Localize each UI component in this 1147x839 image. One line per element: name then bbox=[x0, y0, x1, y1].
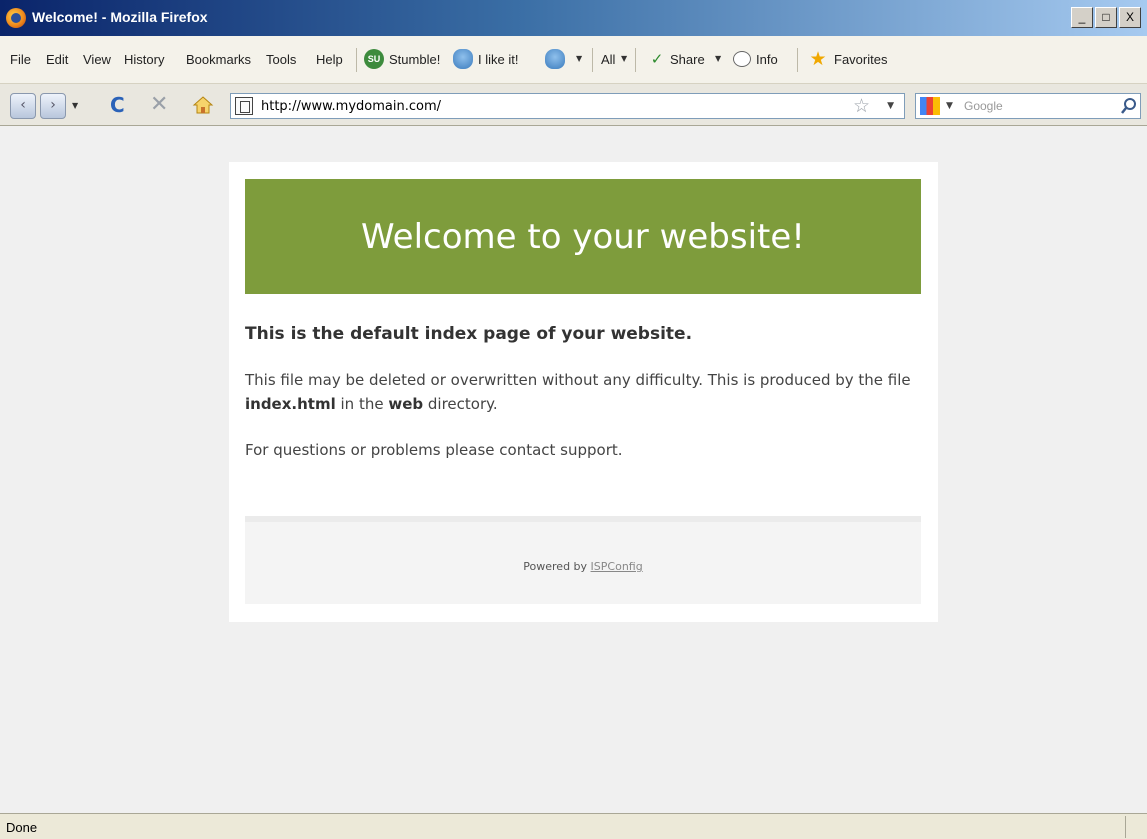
page-viewport[interactable]: Welcome to your website! This is the def… bbox=[0, 126, 1147, 813]
description-paragraph: This file may be deleted or overwritten … bbox=[245, 368, 921, 416]
navigation-toolbar: ‹ › ▼ C ✕ ☆ ▼ ▼ bbox=[0, 84, 1147, 126]
reload-icon[interactable]: C bbox=[110, 94, 125, 116]
status-bar: Done bbox=[0, 813, 1147, 839]
header-banner: Welcome to your website! bbox=[245, 179, 921, 294]
search-input[interactable] bbox=[964, 96, 1114, 116]
menu-history[interactable]: History bbox=[124, 52, 164, 67]
favorites-star-icon[interactable]: ★ bbox=[808, 49, 828, 69]
url-input[interactable] bbox=[261, 96, 821, 116]
menu-edit[interactable]: Edit bbox=[46, 52, 68, 67]
stumble-button[interactable]: Stumble! bbox=[389, 52, 440, 67]
home-icon[interactable] bbox=[192, 95, 214, 115]
chevron-down-icon[interactable]: ▼ bbox=[576, 54, 582, 63]
menu-help[interactable]: Help bbox=[316, 52, 343, 67]
window-controls: _ □ X bbox=[1071, 7, 1141, 28]
status-text: Done bbox=[6, 820, 38, 835]
banner-title: Welcome to your website! bbox=[361, 217, 805, 257]
maximize-button[interactable]: □ bbox=[1095, 7, 1117, 28]
minimize-button[interactable]: _ bbox=[1071, 7, 1093, 28]
page-footer: Powered by ISPConfig bbox=[245, 516, 921, 604]
share-button[interactable]: Share bbox=[670, 52, 705, 67]
index-file-name: index.html bbox=[245, 395, 336, 413]
support-paragraph: For questions or problems please contact… bbox=[245, 441, 623, 459]
description-text: in the bbox=[335, 395, 389, 413]
powered-by-text: Powered by ISPConfig bbox=[245, 560, 921, 573]
all-button[interactable]: All bbox=[601, 52, 615, 67]
thumbs-up-icon[interactable] bbox=[453, 49, 473, 69]
web-directory-name: web bbox=[388, 395, 424, 413]
ispconfig-link[interactable]: ISPConfig bbox=[591, 560, 643, 573]
address-bar[interactable]: ☆ ▼ bbox=[230, 93, 905, 119]
window-title: Welcome! - Mozilla Firefox bbox=[32, 9, 208, 25]
window-titlebar: Welcome! - Mozilla Firefox _ □ X bbox=[0, 0, 1147, 36]
description-text: This file may be deleted or overwritten … bbox=[245, 371, 911, 389]
menu-tools[interactable]: Tools bbox=[266, 52, 296, 67]
toolbar-separator bbox=[356, 48, 357, 72]
menu-bar: File Edit View History Bookmarks Tools H… bbox=[0, 36, 1147, 84]
toolbar-separator bbox=[592, 48, 593, 72]
magnifier-icon[interactable] bbox=[1120, 96, 1138, 116]
menu-file[interactable]: File bbox=[10, 52, 31, 67]
toolbar-separator bbox=[635, 48, 636, 72]
google-engine-icon[interactable] bbox=[920, 97, 940, 115]
powered-by-label: Powered by bbox=[523, 560, 591, 573]
i-like-it-button[interactable]: I like it! bbox=[478, 52, 518, 67]
chevron-down-icon[interactable]: ▼ bbox=[621, 54, 627, 63]
status-resize-grip[interactable] bbox=[1125, 816, 1147, 838]
stumbleupon-icon[interactable]: SU bbox=[364, 49, 384, 69]
close-button[interactable]: X bbox=[1119, 7, 1141, 28]
chevron-down-icon[interactable]: ▼ bbox=[715, 54, 721, 63]
chevron-down-icon[interactable]: ▼ bbox=[946, 101, 953, 111]
content-card: Welcome to your website! This is the def… bbox=[229, 162, 938, 622]
info-button[interactable]: Info bbox=[756, 52, 778, 67]
description-text: directory. bbox=[423, 395, 498, 413]
toolbar-separator bbox=[797, 48, 798, 72]
back-button[interactable]: ‹ bbox=[10, 93, 36, 119]
forward-button[interactable]: › bbox=[40, 93, 66, 119]
favorites-button[interactable]: Favorites bbox=[834, 52, 887, 67]
stop-icon[interactable]: ✕ bbox=[150, 94, 168, 116]
menu-bookmarks[interactable]: Bookmarks bbox=[186, 52, 251, 67]
info-icon[interactable] bbox=[733, 51, 751, 67]
history-dropdown-icon[interactable]: ▼ bbox=[72, 101, 78, 110]
thumbs-down-icon[interactable] bbox=[545, 49, 565, 69]
site-identity-icon[interactable] bbox=[235, 97, 253, 115]
bookmark-star-icon[interactable]: ☆ bbox=[853, 95, 870, 117]
url-dropdown-icon[interactable]: ▼ bbox=[887, 101, 894, 111]
menu-view[interactable]: View bbox=[83, 52, 111, 67]
firefox-icon[interactable] bbox=[6, 8, 26, 28]
search-bar[interactable]: ▼ bbox=[915, 93, 1141, 119]
share-icon[interactable]: ✓ bbox=[647, 49, 667, 69]
page-heading: This is the default index page of your w… bbox=[245, 324, 693, 344]
